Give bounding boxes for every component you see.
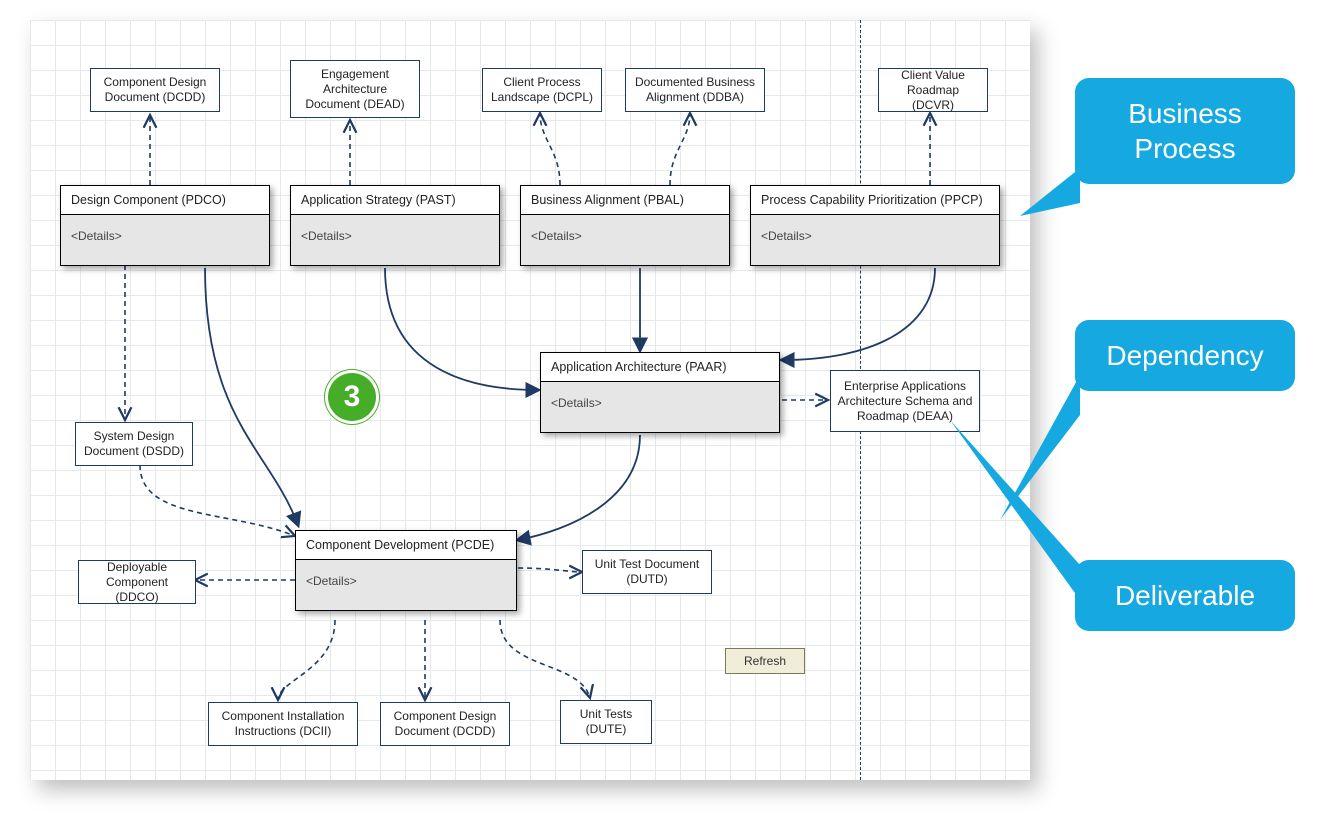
process-past-title: Application Strategy (PAST)	[291, 186, 499, 215]
process-pbal-title: Business Alignment (PBAL)	[521, 186, 729, 215]
step-badge: 3	[325, 370, 379, 424]
process-ppcp[interactable]: Process Capability Prioritization (PPCP)…	[750, 185, 1000, 266]
process-paar-title: Application Architecture (PAAR)	[541, 353, 779, 382]
callout-business-process-label: Business Process	[1099, 96, 1271, 166]
process-pcde-title: Component Development (PCDE)	[296, 531, 516, 560]
process-paar-body: <Details>	[541, 382, 779, 432]
refresh-button[interactable]: Refresh	[725, 648, 805, 674]
callout-deliverable: Deliverable	[1075, 560, 1295, 631]
diagram-canvas: Component Design Document (DCDD) Engagem…	[30, 20, 1030, 780]
process-past[interactable]: Application Strategy (PAST) <Details>	[290, 185, 500, 266]
callout-dependency: Dependency	[1075, 320, 1295, 391]
process-pbal-body: <Details>	[521, 215, 729, 265]
process-pcde-body: <Details>	[296, 560, 516, 610]
deliverable-ddco: Deployable Component (DDCO)	[78, 560, 196, 604]
deliverable-dcdd: Component Design Document (DCDD)	[90, 68, 220, 112]
deliverable-dead: Engagement Architecture Document (DEAD)	[290, 60, 420, 118]
deliverable-dute: Unit Tests (DUTE)	[560, 700, 652, 744]
process-pdco-body: <Details>	[61, 215, 269, 265]
deliverable-dsdd: System Design Document (DSDD)	[75, 422, 193, 466]
deliverable-dcvr: Client Value Roadmap (DCVR)	[878, 68, 988, 112]
callout-business-process: Business Process	[1075, 78, 1295, 184]
deliverable-dcii: Component Installation Instructions (DCI…	[208, 702, 358, 746]
process-pdco-title: Design Component (PDCO)	[61, 186, 269, 215]
process-pcde[interactable]: Component Development (PCDE) <Details>	[295, 530, 517, 611]
deliverable-dutd: Unit Test Document (DUTD)	[582, 550, 712, 594]
process-ppcp-body: <Details>	[751, 215, 999, 265]
process-pdco[interactable]: Design Component (PDCO) <Details>	[60, 185, 270, 266]
callout-deliverable-label: Deliverable	[1115, 580, 1255, 611]
deliverable-dcpl: Client Process Landscape (DCPL)	[482, 68, 602, 112]
process-past-body: <Details>	[291, 215, 499, 265]
process-ppcp-title: Process Capability Prioritization (PPCP)	[751, 186, 999, 215]
deliverable-dcdd-bottom: Component Design Document (DCDD)	[380, 702, 510, 746]
process-pbal[interactable]: Business Alignment (PBAL) <Details>	[520, 185, 730, 266]
process-paar[interactable]: Application Architecture (PAAR) <Details…	[540, 352, 780, 433]
deliverable-ddba: Documented Business Alignment (DDBA)	[625, 68, 765, 112]
callout-dependency-label: Dependency	[1106, 340, 1263, 371]
